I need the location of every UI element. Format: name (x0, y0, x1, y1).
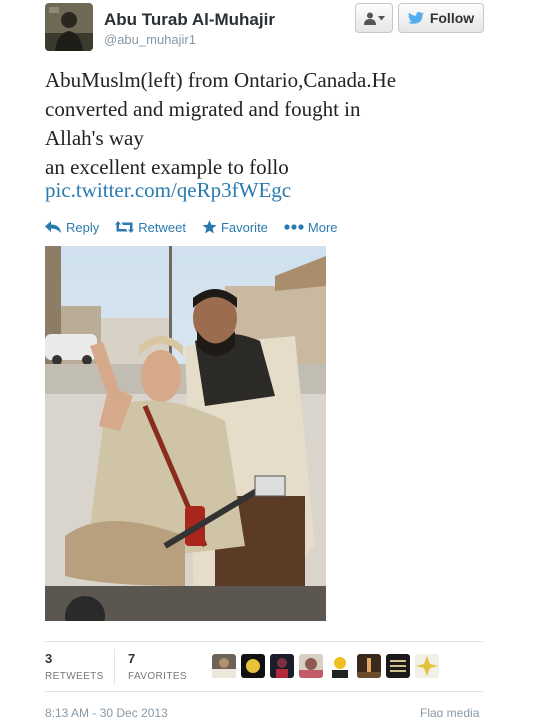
star-icon (202, 220, 217, 234)
retweet-action[interactable]: Retweet (115, 220, 186, 235)
favoriters-list (212, 654, 439, 678)
divider (45, 691, 483, 692)
favoriter-avatar[interactable] (270, 654, 294, 678)
reply-action[interactable]: Reply (45, 220, 99, 235)
favorite-action[interactable]: Favorite (202, 220, 268, 235)
user-icon (363, 12, 376, 25)
favoriter-avatar[interactable] (386, 654, 410, 678)
favoriter-image (299, 654, 323, 678)
favoriter-avatar[interactable] (241, 654, 265, 678)
divider (114, 649, 115, 685)
flag-media-link[interactable]: Flag media (420, 706, 479, 717)
reply-icon (45, 221, 61, 233)
avatar[interactable] (45, 3, 93, 51)
favorites-label: FAVORITES (128, 671, 187, 682)
retweet-label: Retweet (138, 219, 186, 235)
favoriter-image (386, 654, 410, 678)
favorite-label: Favorite (220, 219, 268, 235)
favoriter-image (357, 654, 381, 678)
photo-image (45, 246, 326, 621)
favoriter-image (270, 654, 294, 678)
tweet-line: converted and migrated and fought in (45, 97, 361, 121)
retweets-stat[interactable]: 3 RETWEETS (45, 651, 104, 682)
favoriter-avatar[interactable] (357, 654, 381, 678)
tweet-media-link[interactable]: pic.twitter.com/qeRp3fWEgc (45, 178, 291, 203)
tweet-line: AbuMuslm(left) from Ontario,Canada.He (45, 68, 397, 92)
divider (45, 641, 483, 642)
tweet-actions: Reply Retweet Favorite More (45, 217, 354, 237)
favoriter-image (328, 654, 352, 678)
user-handle[interactable]: @abu_muhajir1 (104, 32, 196, 47)
follow-button[interactable]: Follow (398, 3, 484, 33)
favorites-stat[interactable]: 7 FAVORITES (128, 651, 187, 682)
favoriter-image (415, 654, 439, 678)
chevron-down-icon (377, 15, 385, 20)
tweet-text: AbuMuslm(left) from Ontario,Canada.He co… (45, 66, 515, 182)
favoriter-image (241, 654, 265, 678)
more-action[interactable]: More (284, 220, 338, 235)
retweets-label: RETWEETS (45, 671, 104, 682)
retweet-icon (115, 221, 135, 233)
user-actions-button[interactable] (355, 3, 393, 33)
reply-label: Reply (66, 219, 100, 235)
more-label: More (307, 219, 338, 235)
favorites-count: 7 (128, 651, 136, 666)
tweet-timestamp[interactable]: 8:13 AM - 30 Dec 2013 (45, 706, 168, 717)
follow-label: Follow (429, 10, 475, 26)
tweet-line: Allah's way (45, 126, 144, 150)
favoriter-avatar[interactable] (212, 654, 236, 678)
user-display-name[interactable]: Abu Turab Al-Muhajir (104, 10, 275, 30)
tweet-header: Abu Turab Al-Muhajir @abu_muhajir1 Follo… (45, 3, 485, 53)
avatar-image (45, 3, 93, 51)
more-dots-icon (284, 224, 304, 230)
favoriter-avatar[interactable] (415, 654, 439, 678)
favoriter-avatar[interactable] (328, 654, 352, 678)
tweet-photo[interactable] (45, 246, 326, 621)
favoriter-avatar[interactable] (299, 654, 323, 678)
favoriter-image (212, 654, 236, 678)
twitter-bird-icon (407, 11, 424, 24)
retweets-count: 3 (45, 651, 53, 666)
